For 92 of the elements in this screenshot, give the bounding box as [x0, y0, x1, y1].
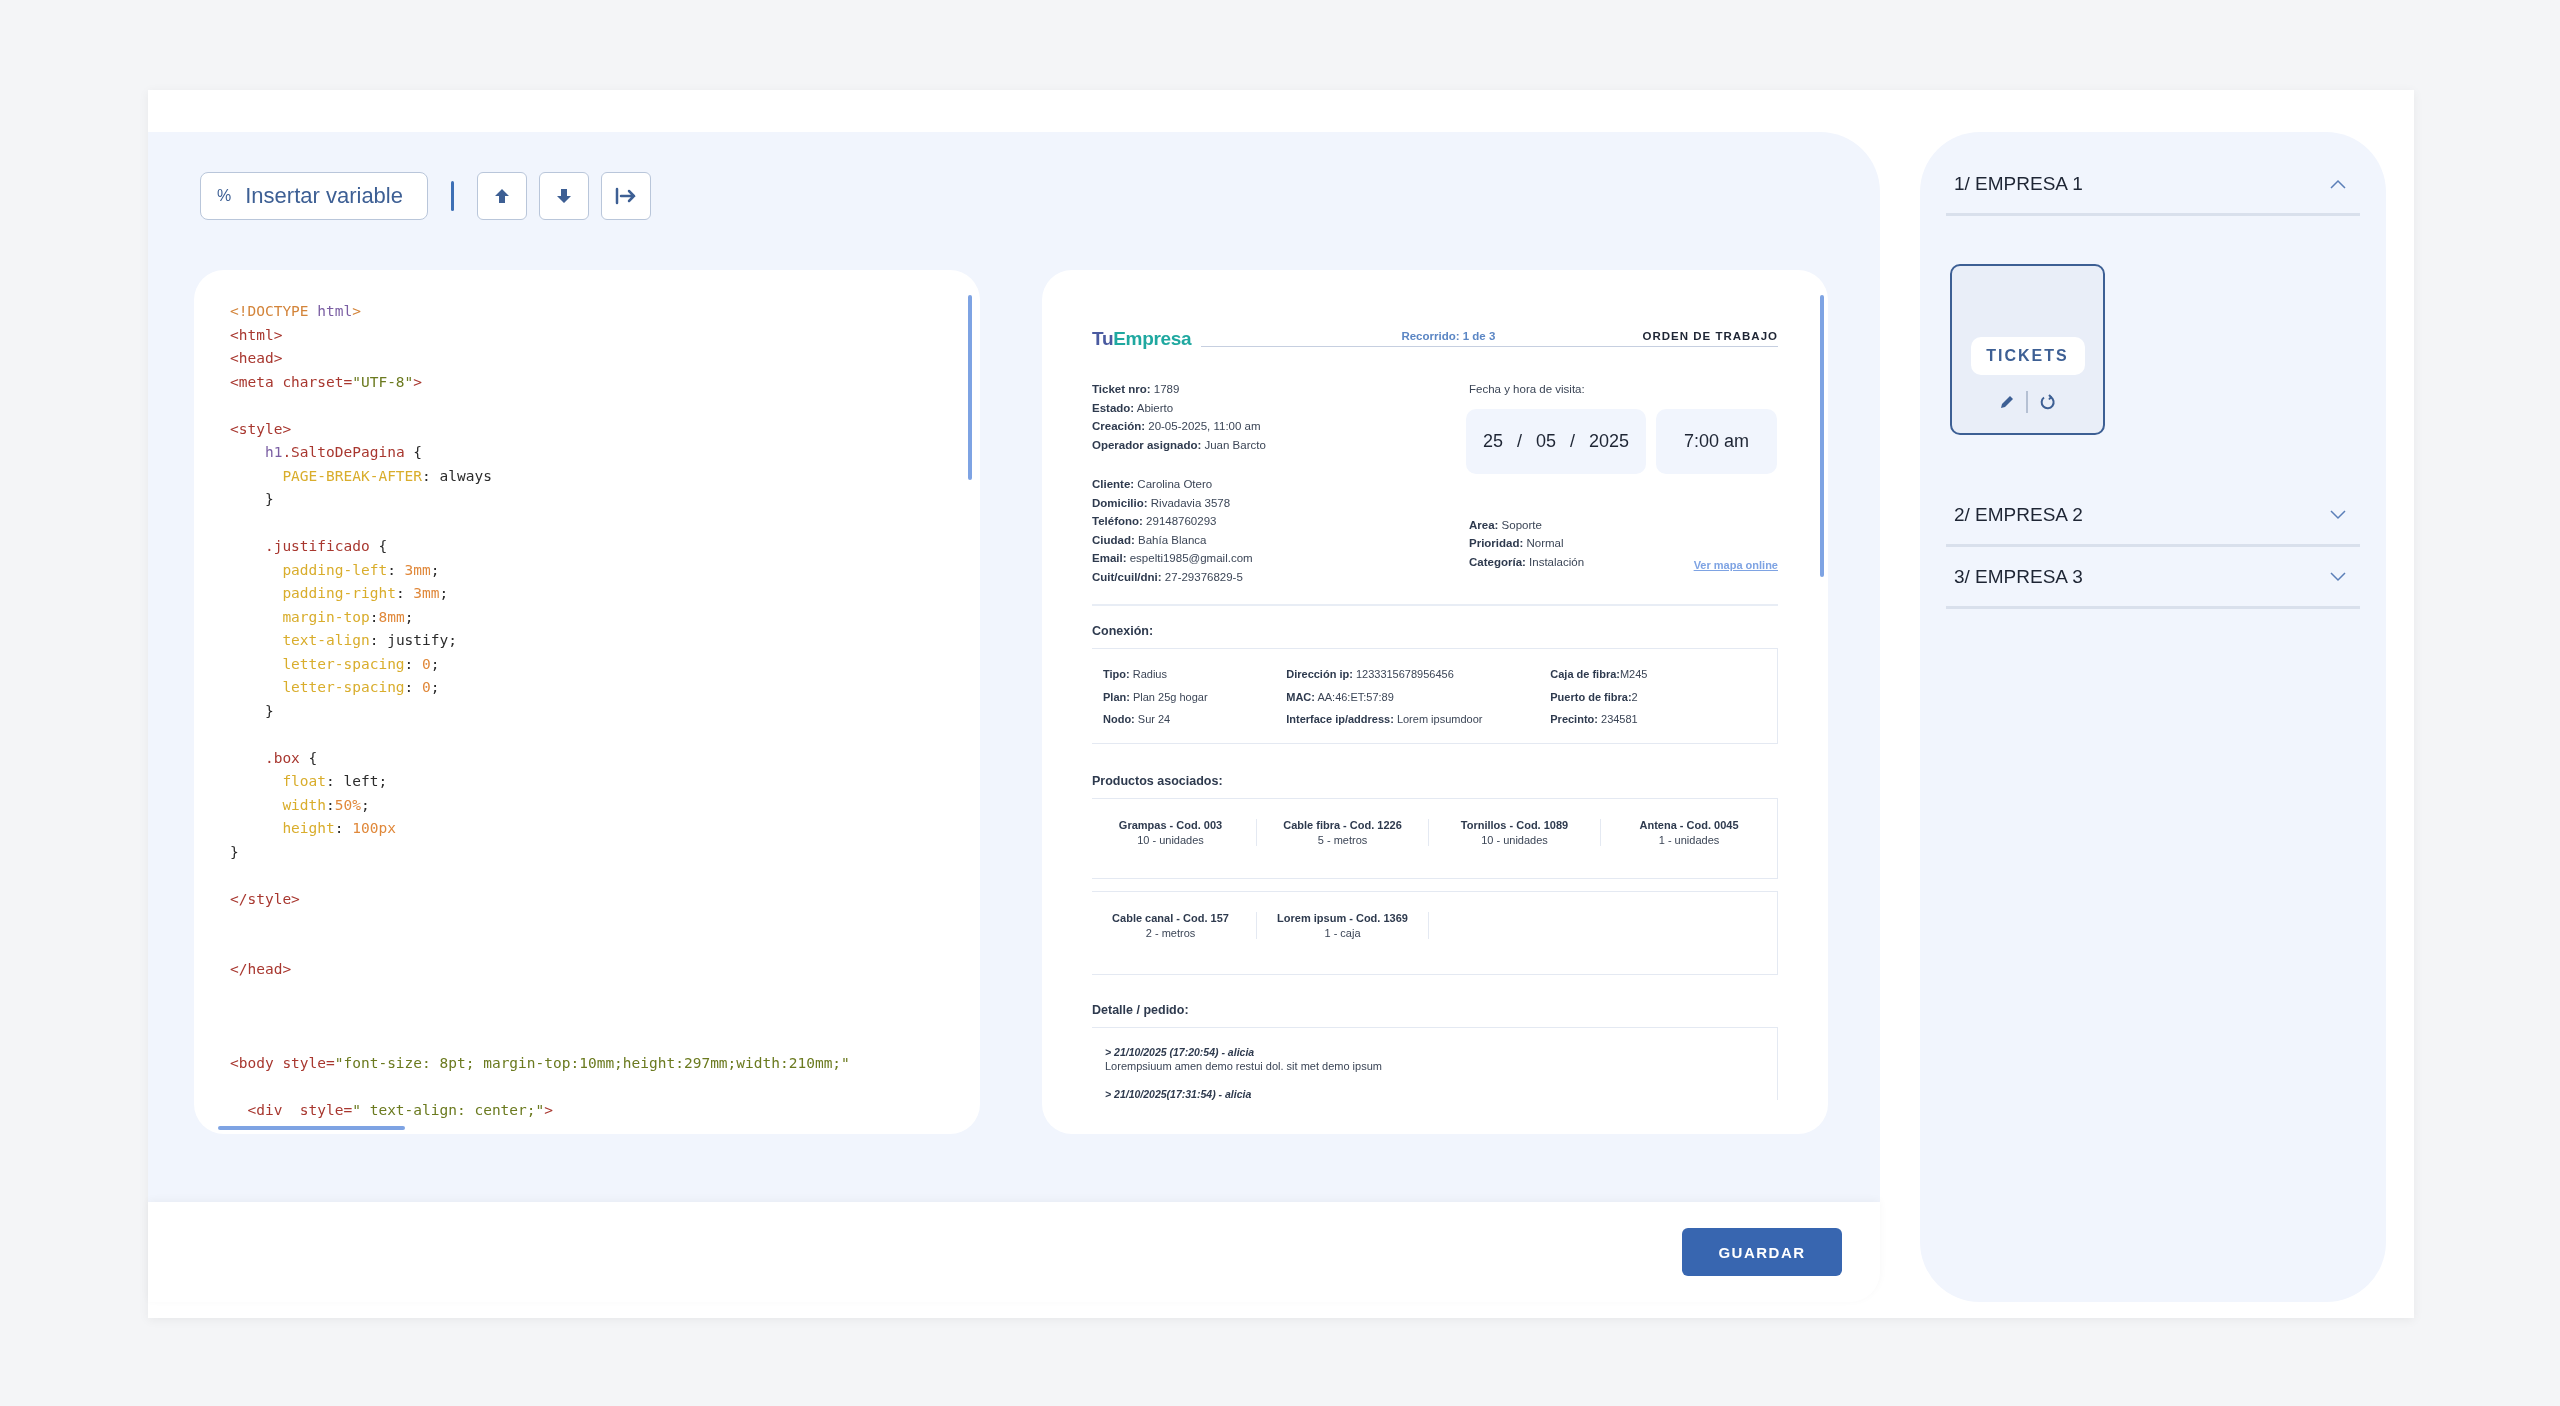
chevron-down-icon: [2330, 571, 2346, 582]
code-line: letter-spacing: 0;: [281, 654, 441, 674]
product-quantity: 2 - metros: [1145, 926, 1196, 939]
product-name: Cable canal - Cod. 157: [1112, 911, 1229, 924]
product-quantity: 1 - caja: [1324, 926, 1361, 939]
accordion-header[interactable]: 2/ EMPRESA 2: [1946, 485, 2360, 547]
pencil-icon[interactable]: [1999, 395, 2014, 409]
product-name: Cable fibra - Cod. 1226: [1283, 818, 1402, 831]
info-line: Caja de fibra:M245: [1550, 667, 1649, 682]
entry-header: > 21/10/2025 (17:20:54) - alicia: [1105, 1045, 1256, 1058]
entry-header: > 21/10/2025(17:31:54) - alicia: [1105, 1087, 1253, 1100]
move-up-button[interactable]: [477, 172, 527, 220]
code-line: }: [263, 701, 275, 721]
product-name: Lorem ipsum - Cod. 1369: [1277, 911, 1408, 924]
time-field[interactable]: 7:00 am: [1656, 408, 1777, 474]
arrow-to-right-icon: [615, 187, 637, 205]
date-field[interactable]: 25 / 05 / 2025: [1466, 408, 1646, 474]
info-line: Email: espelti1985@gmail.com: [1092, 551, 1254, 566]
code-line: width:50%;: [281, 795, 371, 815]
code-line: <style>: [230, 419, 293, 439]
info-line: Interface ip/address: Lorem ipsumdoor: [1286, 712, 1484, 727]
info-line: Nodo: Sur 24: [1103, 712, 1172, 727]
tickets-label[interactable]: TICKETS: [1970, 337, 2085, 375]
scrollbar[interactable]: [218, 1126, 405, 1130]
info-line: Plan: Plan 25g hogar: [1103, 689, 1209, 705]
code-line: h1.SaltoDePagina {: [263, 443, 424, 462]
arrow-down-icon: [556, 188, 572, 204]
product-quantity: 10 - unidades: [1137, 833, 1204, 846]
ticket-card[interactable]: TICKETS: [1950, 264, 2105, 435]
code-line: .box {: [263, 748, 319, 768]
scrollbar[interactable]: [968, 295, 972, 480]
product-quantity: 1 - unidades: [1658, 833, 1720, 846]
insert-variable-button[interactable]: % Insertar variable: [200, 172, 428, 220]
insert-button[interactable]: [601, 172, 651, 220]
move-down-button[interactable]: [539, 172, 589, 220]
document-title: ORDEN DE TRABAJO: [1642, 330, 1778, 342]
chevron-up-icon: [2330, 178, 2346, 189]
entry-text: Lorempsiuum amen demo restui dol. sit met demo ipsum: [1105, 1059, 1383, 1072]
refresh-icon[interactable]: [2039, 394, 2056, 410]
route-label: Recorrido: 1 de 3: [1401, 330, 1496, 342]
info-line: Operador asignado: Juan Barcto: [1092, 437, 1267, 453]
product-quantity: 5 - metros: [1317, 833, 1368, 846]
code-line: padding-left: 3mm;: [281, 560, 441, 580]
info-line: Domicilio: Rivadavia 3578: [1092, 495, 1232, 511]
info-line: Teléfono: 29148760293: [1092, 514, 1218, 529]
code-line: height: 100px: [281, 819, 397, 838]
visit-label: Fecha y hora de visita:: [1469, 382, 1586, 397]
product-name: Antena - Cod. 0045: [1639, 818, 1739, 831]
code-line: <head>: [230, 349, 284, 368]
arrow-up-icon: [494, 188, 510, 204]
info-line: Estado: Abierto: [1092, 400, 1175, 416]
info-line: MAC: AA:46:ET:57:89: [1286, 689, 1395, 705]
code-line: float: left;: [281, 772, 389, 791]
product-quantity: 10 - unidades: [1481, 833, 1548, 846]
code-line: padding-right: 3mm;: [281, 584, 450, 603]
info-line: Puerto de fibra:2: [1550, 689, 1639, 705]
code-line: <!DOCTYPE html>: [230, 302, 362, 321]
section-title: Conexión:: [1092, 624, 1155, 638]
product-name: Grampas - Cod. 003: [1118, 818, 1223, 831]
scrollbar[interactable]: [1820, 295, 1824, 577]
code-line: text-align: justify;: [281, 631, 458, 650]
info-line: Cliente: Carolina Otero: [1092, 477, 1214, 492]
product-name: Tornillos - Cod. 1089: [1460, 818, 1569, 831]
code-line: .justificado {: [263, 537, 389, 556]
logo: TuEmpresa: [1092, 328, 1192, 350]
code-line: }: [263, 490, 275, 509]
section-title: Detalle / pedido:: [1092, 1002, 1190, 1017]
info-line: Categoría: Instalación: [1469, 554, 1585, 570]
accordion-header[interactable]: 1/ EMPRESA 1: [1946, 154, 2360, 216]
code-line: margin-top:8mm;: [281, 607, 415, 627]
info-line: Prioridad: Normal: [1469, 536, 1565, 551]
info-line: Area: Soporte: [1469, 517, 1543, 533]
chevron-down-icon: [2330, 509, 2346, 520]
info-line: Precinto: 234581: [1550, 712, 1639, 727]
code-line: }: [230, 842, 240, 862]
code-line: </style>: [230, 889, 301, 909]
code-line: letter-spacing: 0;: [281, 678, 441, 697]
info-line: Ticket nro: 1789: [1092, 382, 1181, 397]
info-line: Creación: 20-05-2025, 11:00 am: [1092, 419, 1262, 434]
code-line: <div style=" text-align: center;">: [246, 1101, 554, 1120]
info-line: Tipo: Radius: [1103, 667, 1168, 682]
code-line: <body style="font-size: 8pt; margin-top:10mm;height:297mm;width:210mm;": [230, 1054, 851, 1073]
info-line: Dirección ip: 1233315678956456: [1286, 667, 1455, 682]
section-title: Productos asociados:: [1092, 773, 1224, 788]
info-line: Cuit/cuil/dni: 27-29376829-5: [1092, 569, 1244, 585]
code-line: <html>: [230, 325, 284, 345]
code-line: <meta charset="UTF-8">: [230, 372, 424, 392]
code-line: </head>: [230, 960, 293, 979]
info-line: Ciudad: Bahía Blanca: [1092, 532, 1208, 548]
accordion-header[interactable]: 3/ EMPRESA 3: [1946, 547, 2360, 609]
save-button[interactable]: GUARDAR: [1682, 1228, 1842, 1276]
code-line: PAGE-BREAK-AFTER: always: [281, 466, 493, 486]
